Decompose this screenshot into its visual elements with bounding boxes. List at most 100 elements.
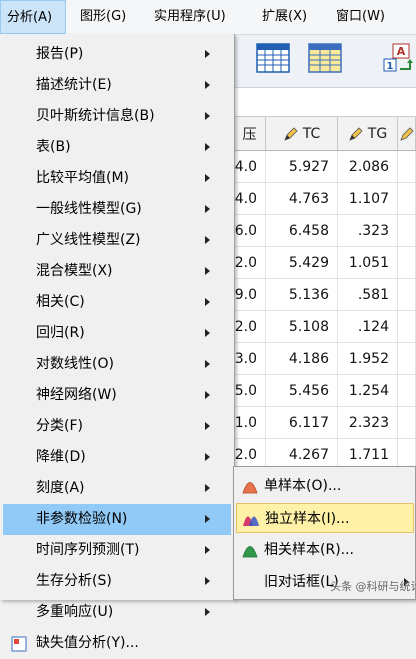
menu-item[interactable]: 广义线性模型(Z): [3, 225, 231, 256]
submenu-item-related-samples[interactable]: 相关样本(R)...: [236, 535, 414, 565]
menu-item[interactable]: 一般线性模型(G): [3, 194, 231, 225]
submenu-arrow-icon: [205, 577, 210, 585]
menu-item[interactable]: 表(B): [3, 132, 231, 163]
toolbar: A 1: [234, 35, 416, 88]
submenu-arrow-icon: [205, 484, 210, 492]
table-cell[interactable]: [398, 407, 416, 439]
menu-item-label: 相关(C): [36, 294, 85, 310]
table-cell[interactable]: 4.763: [266, 183, 338, 215]
table-cell[interactable]: [398, 311, 416, 343]
table-cell[interactable]: 6.0: [234, 215, 266, 247]
table-cell[interactable]: 5.136: [266, 279, 338, 311]
analyze-menu: 报告(P) 描述统计(E) 贝叶斯统计信息(B) 表(B) 比较平均值(M) 一般线性模型…: [0, 34, 235, 652]
menu-item-label: 混合模型(X): [36, 263, 113, 279]
table-cell[interactable]: 5.108: [266, 311, 338, 343]
column-header-next[interactable]: [398, 117, 416, 151]
table-cell[interactable]: 9.0: [234, 279, 266, 311]
scale-ruler-icon: [399, 126, 414, 141]
table-cell[interactable]: 1.107: [338, 183, 398, 215]
submenu-item-independent-samples[interactable]: 独立样本(I)...: [236, 503, 414, 533]
table-cell[interactable]: 5.456: [266, 375, 338, 407]
menu-item-label: 多重响应(U): [36, 604, 114, 620]
menu-item[interactable]: 生存分析(S): [3, 566, 231, 597]
menu-item-label: 一般线性模型(G): [36, 201, 142, 217]
menu-graphs[interactable]: 图形(G): [74, 0, 132, 34]
menu-item[interactable]: 神经网络(W): [3, 380, 231, 411]
menu-item-label: 降维(D): [36, 449, 86, 465]
menu-item[interactable]: 对数线性(O): [3, 349, 231, 380]
menu-item-label: 回归(R): [36, 325, 85, 341]
table-cell[interactable]: [398, 183, 416, 215]
submenu-arrow-icon: [205, 267, 210, 275]
table-cell[interactable]: 2.086: [338, 151, 398, 183]
table-cell[interactable]: 6.458: [266, 215, 338, 247]
table-cell[interactable]: 1.254: [338, 375, 398, 407]
menu-item[interactable]: 分类(F): [3, 411, 231, 442]
menu-item[interactable]: 描述统计(E): [3, 70, 231, 101]
table-cell[interactable]: 4.0: [234, 151, 266, 183]
submenu-arrow-icon: [205, 298, 210, 306]
menu-item[interactable]: 报告(P): [3, 39, 231, 70]
table-cell[interactable]: 1.952: [338, 343, 398, 375]
table-cell[interactable]: [398, 343, 416, 375]
column-header-tc[interactable]: TC: [266, 117, 338, 151]
menu-item[interactable]: 刻度(A): [3, 473, 231, 504]
table-cell[interactable]: [398, 279, 416, 311]
data-view-icon[interactable]: [256, 43, 290, 73]
menu-item-label: 生存分析(S): [36, 573, 112, 589]
submenu-arrow-icon: [205, 546, 210, 554]
menu-item[interactable]: 回归(R): [3, 318, 231, 349]
table-cell[interactable]: .581: [338, 279, 398, 311]
menu-extensions[interactable]: 扩展(X): [256, 0, 313, 34]
menu-item[interactable]: 多重响应(U): [3, 597, 231, 628]
menu-item-label: 时间序列预测(T): [36, 542, 140, 558]
table-cell[interactable]: 2.0: [234, 311, 266, 343]
submenu-arrow-icon: [205, 174, 210, 182]
menu-item[interactable]: 相关(C): [3, 287, 231, 318]
menu-item-label: 分类(F): [36, 418, 83, 434]
table-cell[interactable]: [398, 215, 416, 247]
menu-item[interactable]: 贝叶斯统计信息(B): [3, 101, 231, 132]
menu-item[interactable]: 缺失值分析(Y)...: [3, 628, 231, 659]
menu-item[interactable]: 非参数检验(N): [3, 504, 231, 535]
variable-view-icon[interactable]: [308, 43, 342, 73]
table-cell[interactable]: 3.0: [234, 343, 266, 375]
menu-item[interactable]: 时间序列预测(T): [3, 535, 231, 566]
submenu-arrow-icon: [205, 422, 210, 430]
table-cell[interactable]: 2.0: [234, 247, 266, 279]
table-cell[interactable]: [398, 375, 416, 407]
table-cell[interactable]: 6.117: [266, 407, 338, 439]
table-cell[interactable]: [398, 151, 416, 183]
submenu-item-one-sample[interactable]: 单样本(O)...: [236, 471, 414, 501]
cell-editor[interactable]: [234, 88, 416, 117]
menu-item-label: 描述统计(E): [36, 77, 112, 93]
menu-item[interactable]: 降维(D): [3, 442, 231, 473]
submenu-arrow-icon: [205, 50, 210, 58]
independent-samples-icon: [243, 516, 259, 526]
menu-item[interactable]: 混合模型(X): [3, 256, 231, 287]
submenu-arrow-icon: [205, 608, 210, 616]
table-cell[interactable]: [398, 247, 416, 279]
menu-window[interactable]: 窗口(W): [330, 0, 391, 34]
submenu-arrow-icon: [205, 112, 210, 120]
table-cell[interactable]: 4.0: [234, 183, 266, 215]
column-header-tg[interactable]: TG: [338, 117, 398, 151]
table-cell[interactable]: 5.429: [266, 247, 338, 279]
menu-item-label: 广义线性模型(Z): [36, 232, 141, 248]
table-cell[interactable]: 5.0: [234, 375, 266, 407]
table-cell[interactable]: 2.323: [338, 407, 398, 439]
menu-item-label: 神经网络(W): [36, 387, 117, 403]
column-header[interactable]: 压: [234, 117, 266, 151]
table-cell[interactable]: 1.051: [338, 247, 398, 279]
table-cell[interactable]: 4.186: [266, 343, 338, 375]
menu-bar: 分析(A) 图形(G) 实用程序(U) 扩展(X) 窗口(W): [0, 0, 416, 35]
table-cell[interactable]: .323: [338, 215, 398, 247]
menu-utilities[interactable]: 实用程序(U): [148, 0, 232, 34]
menu-item[interactable]: 比较平均值(M): [3, 163, 231, 194]
table-cell[interactable]: 1.0: [234, 407, 266, 439]
table-cell[interactable]: .124: [338, 311, 398, 343]
submenu-arrow-icon: [205, 205, 210, 213]
value-labels-icon[interactable]: A 1: [380, 43, 414, 73]
menu-analyze[interactable]: 分析(A): [0, 0, 66, 34]
table-cell[interactable]: 5.927: [266, 151, 338, 183]
